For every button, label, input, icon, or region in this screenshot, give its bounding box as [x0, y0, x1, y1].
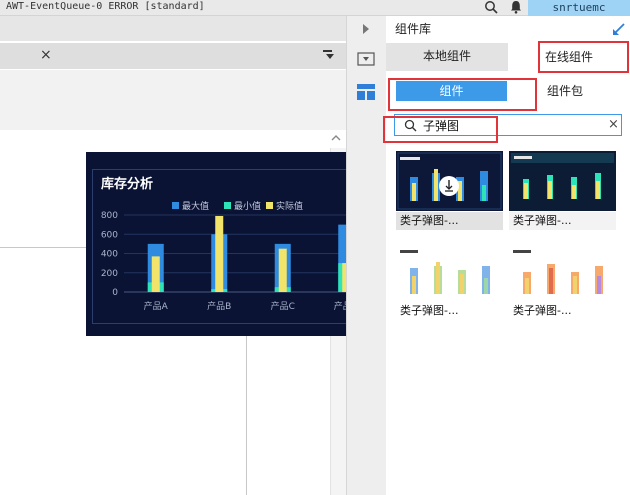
y-tick-label: 200	[101, 269, 118, 279]
card-thumbnail[interactable]	[396, 151, 503, 211]
search-icon[interactable]	[484, 0, 498, 14]
bar-actual	[151, 256, 160, 292]
highlight-box	[383, 116, 498, 143]
canvas-divider	[246, 335, 247, 495]
scroll-up-icon[interactable]	[329, 132, 343, 144]
legend-swatch	[266, 202, 273, 209]
x-tick-label: 产品B	[207, 300, 231, 312]
close-icon[interactable]: ×	[40, 48, 54, 62]
error-message: AWT-EventQueue-0 ERROR [standard]	[6, 1, 205, 12]
legend-swatch	[172, 202, 179, 209]
layout-icon[interactable]	[356, 83, 376, 101]
y-tick-label: 800	[101, 211, 118, 221]
tab-local-components[interactable]: 本地组件	[386, 43, 508, 71]
editor-tab-strip	[0, 16, 346, 41]
user-name[interactable]: snrtuemc	[528, 0, 630, 16]
legend-label: 实际值	[276, 200, 303, 212]
legend-swatch	[224, 202, 231, 209]
card-thumbnail[interactable]	[509, 151, 616, 211]
panel-toggle-icon[interactable]	[357, 52, 375, 66]
caret-right-icon[interactable]	[361, 23, 371, 35]
panel-title: 组件库	[395, 22, 432, 36]
chart-title: 库存分析	[101, 177, 154, 192]
pin-icon[interactable]	[612, 22, 626, 36]
highlight-box	[388, 78, 537, 111]
clear-icon[interactable]: ×	[608, 118, 619, 131]
tab-menu-icon[interactable]	[322, 49, 336, 61]
y-tick-label: 400	[101, 250, 118, 260]
bell-icon[interactable]	[509, 0, 523, 14]
bar-actual	[215, 215, 224, 292]
x-tick-label: 产品C	[271, 300, 295, 312]
card-thumbnail[interactable]	[509, 246, 616, 302]
card-caption[interactable]: 类子弹图-...	[396, 212, 503, 230]
editor-toolbar-area	[0, 70, 346, 130]
bar-actual	[278, 248, 287, 292]
legend-label: 最大值	[182, 200, 209, 212]
card-caption[interactable]: 类子弹图-...	[509, 302, 616, 320]
y-tick-label: 0	[112, 288, 118, 298]
legend-label: 最小值	[234, 200, 261, 212]
x-tick-label: 产品A	[144, 300, 169, 312]
card-caption[interactable]: 类子弹图-...	[396, 302, 503, 320]
highlight-box	[538, 41, 629, 73]
card-caption[interactable]: 类子弹图-...	[509, 212, 616, 230]
y-tick-label: 600	[101, 230, 118, 240]
card-thumbnail[interactable]	[396, 246, 503, 302]
